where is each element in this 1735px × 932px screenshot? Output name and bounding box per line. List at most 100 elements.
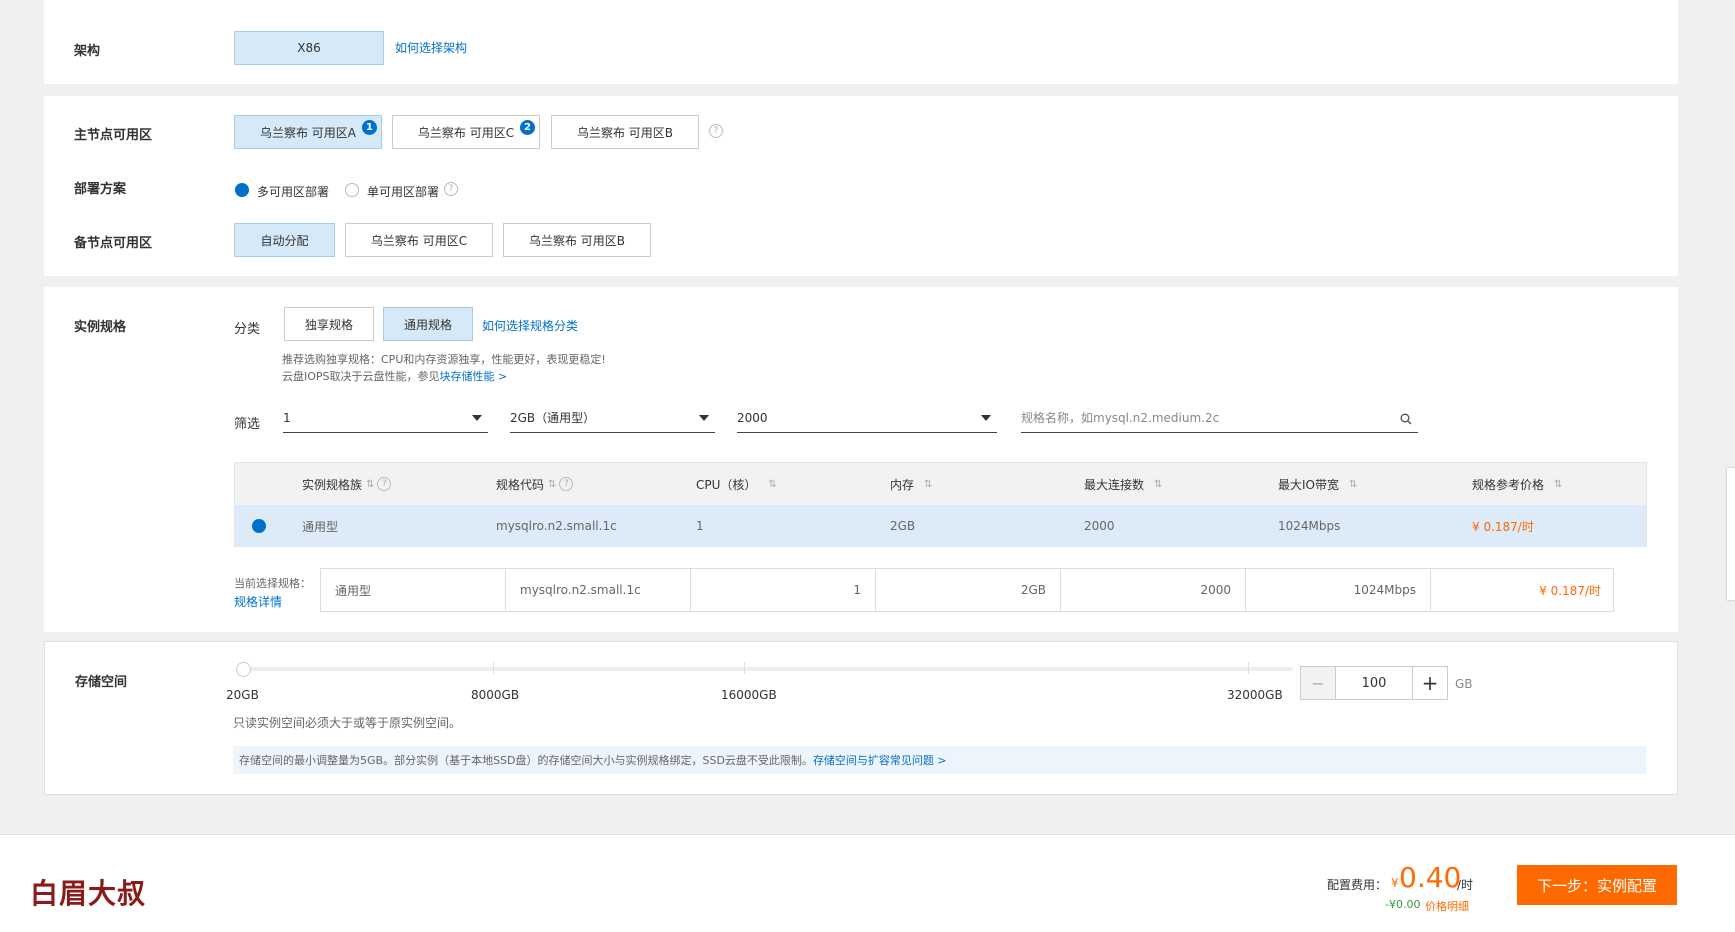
primary-zone-c-text: 乌兰察布 可用区C	[417, 125, 515, 140]
category-dedicated-button[interactable]: 独享规格	[284, 307, 374, 341]
backup-zone-c[interactable]: 乌兰察布 可用区C	[345, 223, 493, 257]
price-detail-link[interactable]: 价格明细	[1425, 898, 1469, 914]
fee-label: 配置费用：	[1327, 878, 1388, 892]
sort-icon[interactable]: ⇅	[1154, 479, 1162, 490]
slider-tick	[744, 662, 745, 674]
filter-mem-select[interactable]: 2GB（通用型）	[510, 403, 715, 433]
current-price: ¥ 0.187/时	[1539, 583, 1601, 598]
filter-cpu-select[interactable]: 1	[283, 403, 488, 433]
row-cpu: 1	[696, 519, 704, 533]
arch-label: 架构	[74, 44, 101, 59]
deploy-single-label[interactable]: 单可用区部署	[367, 183, 439, 200]
search-icon[interactable]	[1400, 413, 1412, 425]
storage-faq-link[interactable]: 存储空间与扩容常见问题 >	[813, 752, 947, 768]
storage-unit: GB	[1455, 677, 1473, 691]
plus-button[interactable]: +	[1413, 667, 1447, 699]
spec-tip-line2-text: 云盘IOPS取决于云盘性能，参见	[282, 370, 440, 383]
col-cpu-label: CPU（核）	[696, 477, 757, 492]
current-conn: 2000	[1061, 569, 1246, 611]
primary-zone-c[interactable]: 乌兰察布 可用区C 2	[392, 115, 540, 149]
row-mem: 2GB	[890, 519, 916, 533]
sort-icon[interactable]: ⇅	[366, 479, 374, 490]
col-conn[interactable]: 最大连接数 ⇅	[1084, 463, 1162, 505]
row-select-radio[interactable]	[252, 519, 266, 533]
col-code[interactable]: 规格代码 ⇅?	[496, 463, 574, 505]
table-row[interactable]: 通用型 mysqlro.n2.small.1c 1 2GB 2000 1024M…	[235, 505, 1646, 547]
sort-icon[interactable]: ⇅	[1349, 479, 1357, 490]
footer-bar: 白眉大叔 配置费用： ¥ 0.40 /时 -¥0.00 价格明细 下一步：实例配…	[0, 834, 1735, 932]
col-price-label: 规格参考价格	[1472, 477, 1545, 492]
col-conn-label: 最大连接数	[1084, 477, 1145, 492]
col-mem-label: 内存	[890, 477, 915, 492]
storage-info-text: 存储空间的最小调整量为5GB。部分实例（基于本地SSD盘）的存储空间大小与实例规…	[239, 754, 813, 767]
slider-tick-label: 20GB	[226, 688, 259, 702]
backup-zone-b[interactable]: 乌兰察布 可用区B	[503, 223, 651, 257]
filter-conn-select[interactable]: 2000	[737, 403, 997, 433]
zone-section: 主节点可用区 乌兰察布 可用区A 1 乌兰察布 可用区C 2 乌兰察布 可用区B…	[44, 96, 1678, 276]
minus-button[interactable]: −	[1301, 667, 1335, 699]
deploy-help-icon[interactable]: ?	[444, 182, 458, 196]
primary-zone-b[interactable]: 乌兰察布 可用区B	[551, 115, 699, 149]
deploy-single-radio[interactable]	[345, 183, 359, 197]
sort-icon[interactable]: ⇅	[548, 479, 556, 490]
help-icon[interactable]: ?	[377, 477, 392, 491]
fee-unit: /时	[1457, 878, 1474, 892]
arch-help-link[interactable]: 如何选择架构	[395, 39, 467, 56]
backup-zone-auto[interactable]: 自动分配	[234, 223, 335, 257]
spec-search-placeholder: 规格名称，如mysql.n2.medium.2c	[1021, 411, 1220, 425]
chevron-down-icon	[472, 415, 482, 421]
help-icon[interactable]: ?	[559, 477, 574, 491]
chevron-down-icon	[981, 415, 991, 421]
fee-currency: ¥	[1391, 876, 1399, 890]
slider-handle[interactable]	[236, 662, 251, 677]
spec-detail-link[interactable]: 规格详情	[234, 593, 282, 610]
filter-cpu-value: 1	[283, 410, 291, 425]
badge-2-icon: 2	[520, 120, 535, 135]
current-code: mysqlro.n2.small.1c	[506, 569, 691, 611]
col-family-label: 实例规格族	[302, 477, 363, 492]
category-general-button[interactable]: 通用规格	[383, 307, 473, 341]
col-cpu[interactable]: CPU（核） ⇅	[696, 463, 777, 505]
spec-tip-line1: 推荐选购独享规格：CPU和内存资源独享，性能更好，表现更稳定!	[282, 353, 606, 366]
slider-tick-label: 8000GB	[471, 688, 520, 702]
sort-icon[interactable]: ⇅	[768, 479, 776, 490]
sort-icon[interactable]: ⇅	[1554, 479, 1562, 490]
deploy-multi-label[interactable]: 多可用区部署	[257, 183, 329, 200]
primary-zone-a[interactable]: 乌兰察布 可用区A 1	[234, 115, 382, 149]
storage-slider-track[interactable]	[243, 667, 1293, 671]
slider-tick-label: 16000GB	[721, 688, 777, 702]
spec-search-input[interactable]: 规格名称，如mysql.n2.medium.2c	[1021, 403, 1418, 433]
storage-section: 存储空间 20GB 8000GB 16000GB 32000GB − 100 +…	[44, 641, 1678, 795]
col-io[interactable]: 最大IO带宽 ⇅	[1278, 463, 1357, 505]
block-storage-link[interactable]: 块存储性能 >	[440, 370, 508, 383]
col-price[interactable]: 规格参考价格 ⇅	[1472, 463, 1562, 505]
storage-stepper: − 100 +	[1300, 666, 1448, 700]
row-conn: 2000	[1084, 519, 1115, 533]
arch-option-x86[interactable]: X86	[234, 31, 384, 65]
col-family[interactable]: 实例规格族 ⇅?	[302, 463, 392, 505]
spec-tip-line2: 云盘IOPS取决于云盘性能，参见块存储性能 >	[282, 368, 507, 384]
fee-discount: -¥0.00	[1385, 898, 1421, 911]
storage-label: 存储空间	[75, 675, 128, 690]
col-mem[interactable]: 内存 ⇅	[890, 463, 932, 505]
current-mem: 2GB	[876, 569, 1061, 611]
side-scroll-handle[interactable]	[1727, 468, 1735, 600]
slider-tick	[493, 662, 494, 674]
current-spec-label: 当前选择规格：	[234, 577, 311, 590]
next-step-button[interactable]: 下一步：实例配置	[1517, 865, 1677, 905]
sort-icon[interactable]: ⇅	[924, 479, 932, 490]
spec-table-header: 实例规格族 ⇅? 规格代码 ⇅? CPU（核） ⇅ 内存 ⇅ 最大连接数 ⇅ 最大IO带宽…	[235, 463, 1646, 505]
primary-zone-b-text: 乌兰察布 可用区B	[576, 125, 674, 140]
row-family: 通用型	[302, 519, 339, 534]
deploy-multi-radio[interactable]	[235, 183, 249, 197]
primary-zone-a-text: 乌兰察布 可用区A	[259, 125, 357, 140]
brand-logo: 白眉大叔	[30, 877, 147, 910]
zone-help-icon[interactable]: ?	[709, 124, 723, 138]
spec-section: 实例规格 分类 独享规格 通用规格 如何选择规格分类 推荐选购独享规格：CPU和…	[44, 287, 1678, 632]
category-help-link[interactable]: 如何选择规格分类	[482, 317, 578, 334]
filter-conn-value: 2000	[737, 410, 768, 425]
filter-label: 筛选	[234, 417, 261, 432]
current-cpu: 1	[691, 569, 876, 611]
storage-value-input[interactable]: 100	[1335, 667, 1413, 699]
category-label: 分类	[234, 322, 261, 337]
